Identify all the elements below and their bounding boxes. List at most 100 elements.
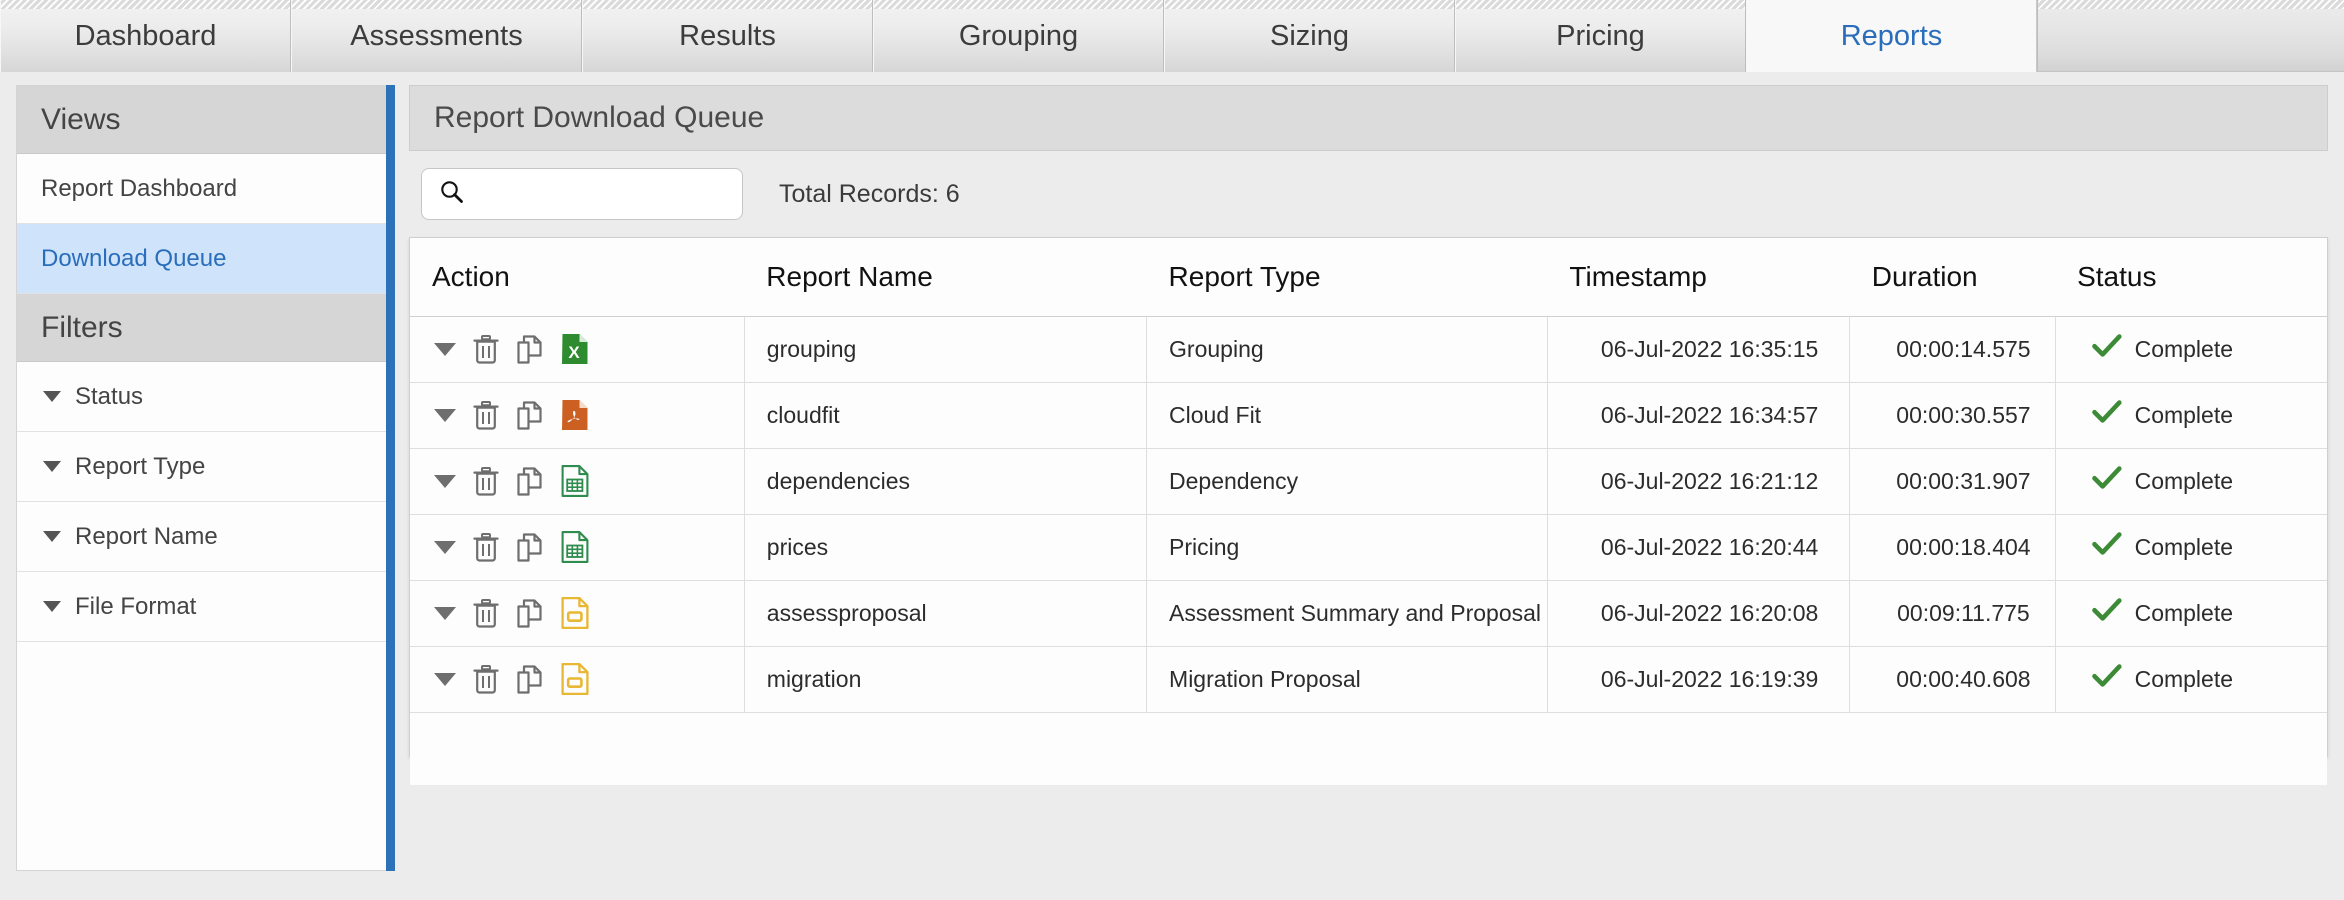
expand-row-caret-icon[interactable] <box>434 606 456 620</box>
tab-reports[interactable]: Reports <box>1746 0 2037 72</box>
csv-file-icon-svg <box>561 465 589 497</box>
expand-row-caret-icon[interactable] <box>434 474 456 488</box>
sidebar-item-label: Download Queue <box>41 244 227 272</box>
table-body: X grouping Grouping 06-Jul-2022 16:35:15 00… <box>410 316 2327 713</box>
filter-group-label: Report Name <box>75 522 218 550</box>
copy-report-icon[interactable] <box>516 400 544 430</box>
column-header-report-name[interactable]: Report Name <box>744 238 1147 317</box>
column-header-status[interactable]: Status <box>2055 238 2327 317</box>
cell-report-type: Pricing <box>1146 514 1548 581</box>
tab-assessments[interactable]: Assessments <box>291 0 582 72</box>
table-row[interactable]: X grouping Grouping 06-Jul-2022 16:35:15 00… <box>410 316 2327 383</box>
cell-action <box>410 580 745 647</box>
tab-sizing[interactable]: Sizing <box>1164 0 1455 72</box>
table-row[interactable]: cloudfit Cloud Fit 06-Jul-2022 16:34:57 00:… <box>410 382 2327 449</box>
copy-report-icon[interactable] <box>516 664 544 694</box>
expand-row-caret-icon[interactable] <box>434 540 456 554</box>
cell-report-name: dependencies <box>744 448 1148 515</box>
table-row[interactable]: prices Pricing 06-Jul-2022 16:20:44 00:00:1… <box>410 514 2327 581</box>
cell-duration: 00:00:18.404 <box>1849 514 2056 581</box>
filter-group-file-format[interactable]: File Format <box>17 572 386 642</box>
delete-report-icon[interactable] <box>473 598 499 628</box>
column-header-timestamp[interactable]: Timestamp <box>1547 238 1850 317</box>
trash-icon-svg <box>473 598 499 628</box>
filter-group-report-type[interactable]: Report Type <box>17 432 386 502</box>
action-button-group <box>432 465 744 497</box>
tab-dashboard[interactable]: Dashboard <box>0 0 291 72</box>
table-row[interactable]: assessproposal Assessment Summary and Pro… <box>410 580 2327 647</box>
trash-icon-svg <box>473 532 499 562</box>
copy-report-icon[interactable] <box>516 532 544 562</box>
tab-label: Assessments <box>350 19 523 52</box>
sidebar: Views Report Dashboard Download Queue Fil… <box>16 85 386 871</box>
expand-row-caret-icon[interactable] <box>434 342 456 356</box>
delete-report-icon[interactable] <box>473 664 499 694</box>
cell-status: Complete <box>2055 580 2327 647</box>
column-header-action[interactable]: Action <box>410 238 745 317</box>
copy-report-icon[interactable] <box>516 598 544 628</box>
delete-report-icon[interactable] <box>473 466 499 496</box>
download-ppt-file-icon[interactable] <box>561 597 589 629</box>
action-button-group <box>432 597 744 629</box>
trash-icon-svg <box>473 664 499 694</box>
complete-check-icon <box>2091 399 2122 431</box>
search-input[interactable] <box>475 181 763 207</box>
tab-label: Grouping <box>958 19 1079 52</box>
action-button-group <box>432 399 744 431</box>
filter-group-status[interactable]: Status <box>17 362 386 432</box>
cell-status: Complete <box>2055 448 2327 515</box>
tab-grouping[interactable]: Grouping <box>873 0 1164 72</box>
filter-group-label: Status <box>75 382 144 410</box>
tab-results[interactable]: Results <box>582 0 873 72</box>
delete-report-icon[interactable] <box>473 334 499 364</box>
cell-timestamp: 06-Jul-2022 16:34:57 <box>1547 382 1851 449</box>
column-header-report-type[interactable]: Report Type <box>1146 238 1548 317</box>
status-badge: Complete <box>2078 531 2327 563</box>
sidebar-item-download-queue[interactable]: Download Queue <box>17 224 386 294</box>
csv-file-icon-svg <box>561 531 589 563</box>
download-excel-file-icon[interactable]: X <box>561 333 589 365</box>
column-header-duration[interactable]: Duration <box>1849 238 2056 317</box>
tab-pricing[interactable]: Pricing <box>1455 0 1746 72</box>
ppt-file-icon-svg <box>561 663 589 695</box>
cell-report-type: Grouping <box>1146 316 1548 383</box>
download-csv-file-icon[interactable] <box>561 465 589 497</box>
delete-report-icon[interactable] <box>473 532 499 562</box>
status-label: Complete <box>2134 467 2234 494</box>
status-label: Complete <box>2134 401 2234 428</box>
sidebar-item-report-dashboard[interactable]: Report Dashboard <box>17 154 386 224</box>
table-toolbar: Total Records: 6 <box>409 151 2328 237</box>
check-icon-svg <box>2091 664 2122 687</box>
status-label: Complete <box>2134 533 2234 560</box>
table-row[interactable]: migration Migration Proposal 06-Jul-2022 1… <box>410 646 2327 713</box>
search-box[interactable] <box>421 168 763 220</box>
pdf-file-icon-svg <box>562 400 588 430</box>
copy-report-icon[interactable] <box>516 466 544 496</box>
complete-check-icon <box>2091 597 2122 629</box>
expand-row-caret-icon[interactable] <box>434 408 456 422</box>
filter-group-report-name[interactable]: Report Name <box>17 502 386 572</box>
expand-row-caret-icon[interactable] <box>434 672 456 686</box>
cell-timestamp: 06-Jul-2022 16:21:12 <box>1547 448 1851 515</box>
copy-report-icon[interactable] <box>516 334 544 364</box>
sidebar-views-list: Report Dashboard Download Queue <box>17 154 386 294</box>
cell-report-type: Cloud Fit <box>1146 382 1548 449</box>
status-badge: Complete <box>2078 663 2327 695</box>
cell-report-name: cloudfit <box>744 382 1148 449</box>
table-row[interactable]: dependencies Dependency 06-Jul-2022 16:21:… <box>410 448 2327 515</box>
cell-timestamp: 06-Jul-2022 16:35:15 <box>1547 316 1851 383</box>
svg-text:X: X <box>568 343 580 362</box>
copy-icon-svg <box>517 532 542 562</box>
tab-label: Dashboard <box>74 19 217 52</box>
cell-duration: 00:09:11.775 <box>1849 580 2056 647</box>
copy-icon-svg <box>517 664 542 694</box>
cell-status: Complete <box>2055 514 2327 581</box>
download-pdf-file-icon[interactable] <box>561 399 589 431</box>
cell-timestamp: 06-Jul-2022 16:20:08 <box>1547 580 1851 647</box>
download-ppt-file-icon[interactable] <box>561 663 589 695</box>
delete-report-icon[interactable] <box>473 400 499 430</box>
copy-icon-svg <box>517 400 542 430</box>
complete-check-icon <box>2091 663 2122 695</box>
cell-duration: 00:00:40.608 <box>1849 646 2056 713</box>
download-csv-file-icon[interactable] <box>561 531 589 563</box>
